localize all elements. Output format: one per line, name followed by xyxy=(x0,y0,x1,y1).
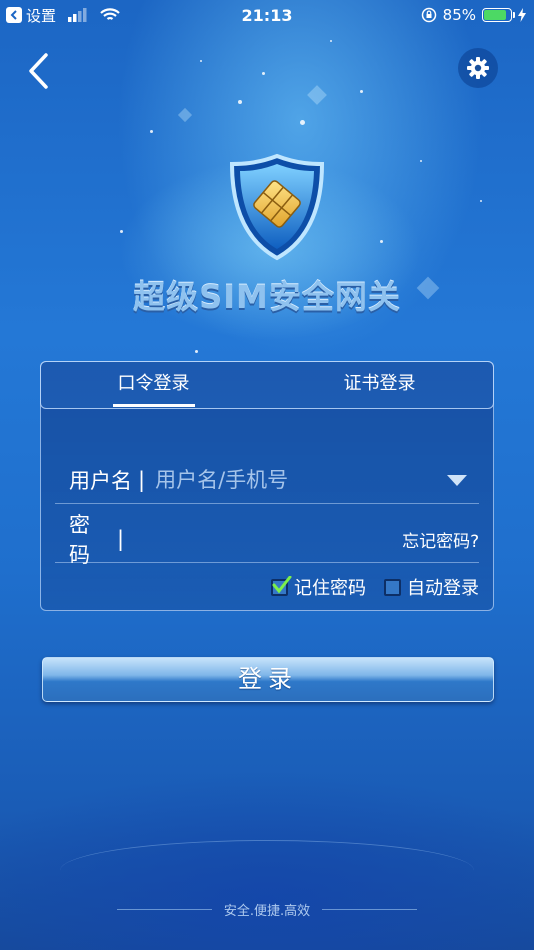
orientation-lock-icon xyxy=(421,7,436,23)
battery-level xyxy=(484,10,507,20)
username-field: 用户名 | xyxy=(55,457,479,504)
shield-sim-logo-icon xyxy=(229,153,325,261)
star-decoration xyxy=(480,200,482,202)
login-screen: 设置 21:13 85% 超级SIM安全网关 口令登录 证书登录 用户名 | 用… xyxy=(0,0,534,950)
username-label: 用户名 xyxy=(69,469,132,493)
footer-slogan: 安全.便捷.高效 xyxy=(223,904,311,919)
login-options: 记住密码 自动登录 xyxy=(271,574,479,600)
login-button[interactable]: 登录 xyxy=(42,657,494,702)
login-card: 口令登录 证书登录 用户名 | 密 码 | 忘记密码? 记住密码 xyxy=(39,360,494,611)
chevron-left-icon xyxy=(29,53,48,89)
footer: 安全.便捷.高效 xyxy=(0,900,534,919)
back-button[interactable] xyxy=(26,52,54,90)
auto-login-checkbox[interactable] xyxy=(384,578,401,596)
auto-login-label: 自动登录 xyxy=(407,578,479,599)
app-title: 超级SIM安全网关 xyxy=(133,278,401,316)
check-icon xyxy=(272,575,292,593)
tab-password-login[interactable]: 口令登录 xyxy=(41,362,267,408)
star-decoration xyxy=(420,160,422,162)
status-right: 85% xyxy=(421,6,526,24)
footer-divider xyxy=(116,909,212,910)
status-bar: 设置 21:13 85% xyxy=(0,0,534,30)
field-separator: | xyxy=(117,527,125,551)
password-label: 密 码 xyxy=(69,513,111,567)
remember-password-option[interactable]: 记住密码 xyxy=(271,574,366,600)
remember-password-label: 记住密码 xyxy=(294,578,366,599)
password-input[interactable] xyxy=(134,527,403,551)
star-decoration xyxy=(195,350,198,353)
battery-percent: 85% xyxy=(442,6,476,24)
star-decoration xyxy=(120,230,123,233)
star-decoration xyxy=(150,130,153,133)
password-field: 密 码 | 忘记密码? xyxy=(55,513,479,567)
star-decoration xyxy=(200,60,202,62)
remember-password-checkbox[interactable] xyxy=(271,575,292,596)
star-decoration xyxy=(300,120,305,125)
sparkle-decoration xyxy=(177,107,193,123)
horizon-arc-decoration xyxy=(60,840,474,901)
star-decoration xyxy=(262,72,265,75)
star-decoration xyxy=(360,90,363,93)
forgot-password-link[interactable]: 忘记密码? xyxy=(402,527,479,552)
sparkle-decoration xyxy=(307,85,327,105)
star-decoration xyxy=(380,240,383,243)
charging-icon xyxy=(518,8,526,22)
login-tabs: 口令登录 证书登录 xyxy=(39,360,494,409)
settings-button[interactable] xyxy=(458,48,498,88)
chevron-down-icon[interactable] xyxy=(447,474,467,486)
battery-icon xyxy=(482,8,515,22)
star-decoration xyxy=(330,40,332,42)
gear-icon xyxy=(467,57,489,79)
field-separator: | xyxy=(138,468,146,492)
username-input[interactable] xyxy=(155,468,447,492)
auto-login-option[interactable]: 自动登录 xyxy=(384,574,479,600)
star-decoration xyxy=(238,100,242,104)
footer-divider xyxy=(322,909,418,910)
tab-certificate-login[interactable]: 证书登录 xyxy=(267,362,493,408)
